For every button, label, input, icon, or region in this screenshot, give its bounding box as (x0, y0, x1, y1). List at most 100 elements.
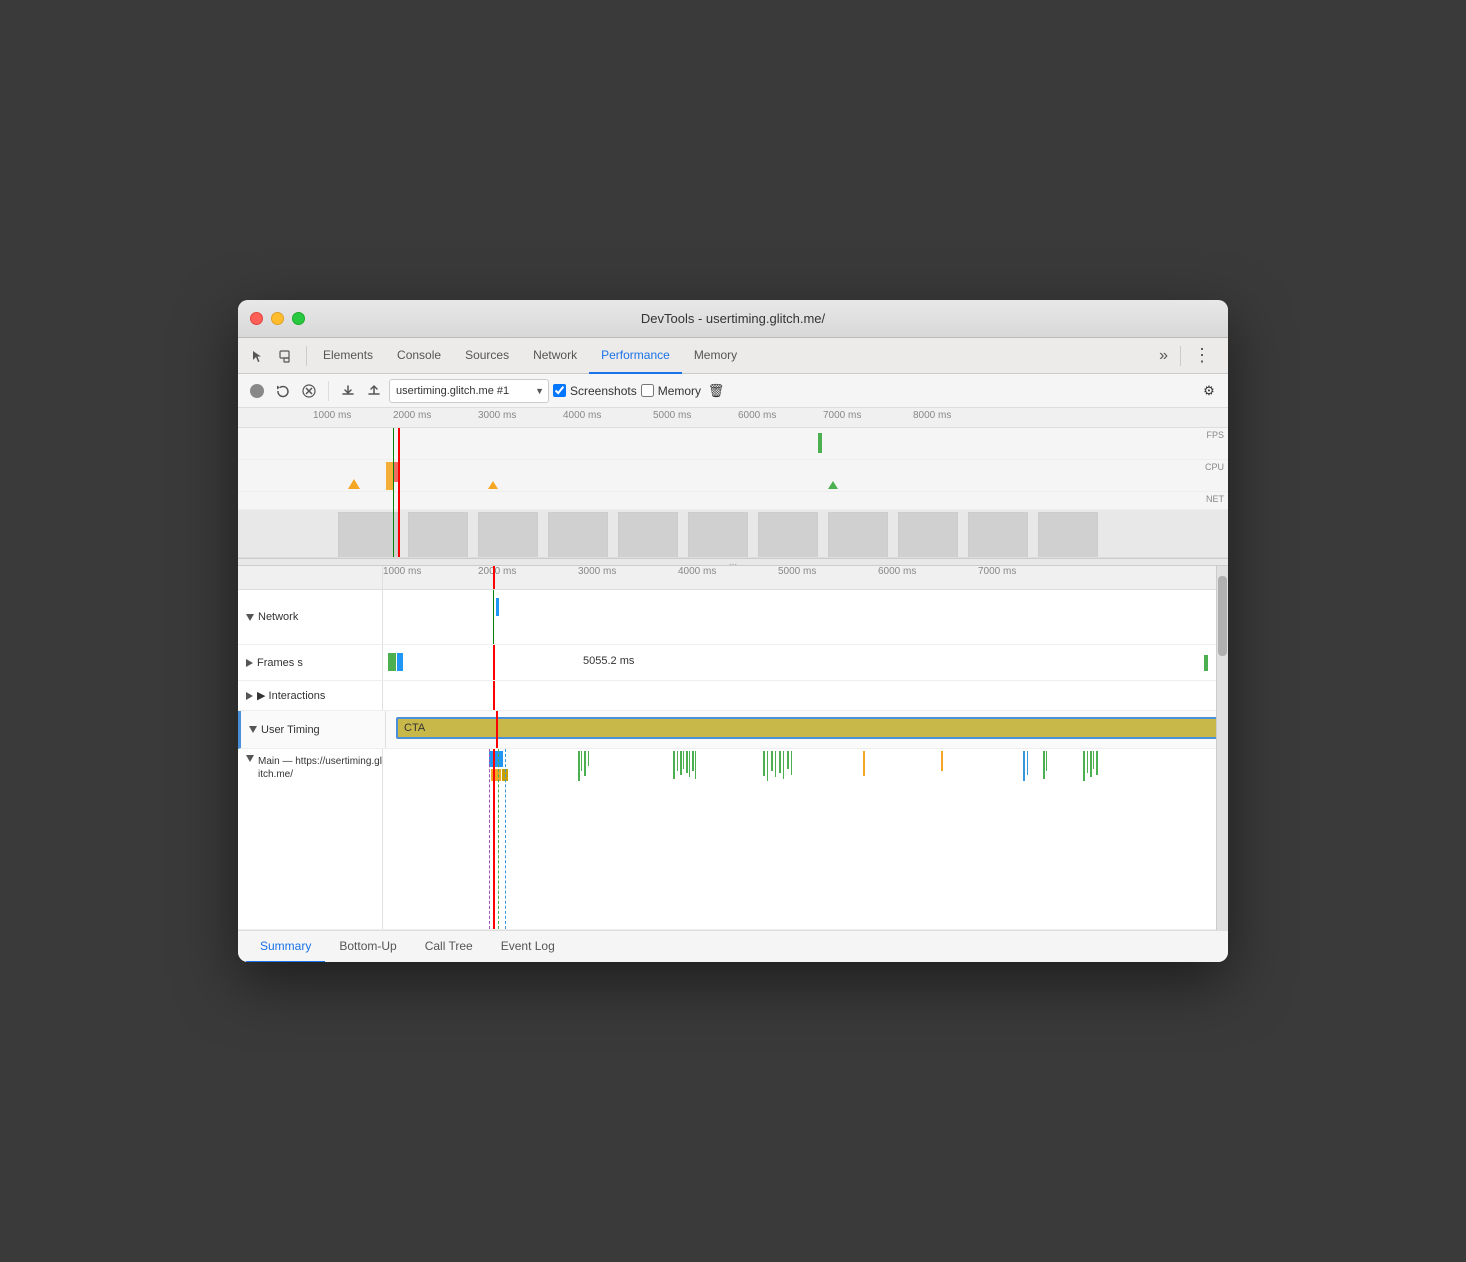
save-profile-button[interactable] (363, 380, 385, 402)
red-timeline-marker (398, 428, 400, 558)
reload-record-button[interactable] (272, 380, 294, 402)
frames-red-line (493, 645, 495, 680)
ruler-3000: 3000 ms (578, 566, 616, 577)
screenshots-strip (238, 510, 1228, 558)
network-track-label[interactable]: Network (238, 590, 383, 644)
cpu-chart: CPU (238, 460, 1228, 492)
cursor-icon[interactable] (246, 344, 270, 368)
toolbar-end: ⚙ (1198, 380, 1220, 402)
close-button[interactable] (250, 312, 263, 325)
tab-call-tree[interactable]: Call Tree (411, 931, 487, 963)
ruler-mark: 2000 ms (393, 410, 431, 421)
load-profile-button[interactable] (337, 380, 359, 402)
timeline-resize-handle[interactable]: ... (238, 558, 1228, 566)
ruler-2000: 2000 ms (478, 566, 516, 577)
ruler-mark: 4000 ms (563, 410, 601, 421)
device-toggle-icon[interactable] (274, 344, 298, 368)
record-button[interactable] (246, 380, 268, 402)
warning-triangle (348, 479, 360, 489)
user-timing-track-label[interactable]: User Timing (241, 711, 386, 748)
tab-performance[interactable]: Performance (589, 338, 682, 374)
frames-track: Frames s 5055.2 ms (238, 645, 1228, 681)
screenshot-thumb (618, 512, 678, 558)
warning-triangle-2 (488, 481, 498, 489)
ruler-mark: 8000 ms (913, 410, 951, 421)
more-tabs-button[interactable]: » (1151, 347, 1176, 365)
delete-profile-button[interactable]: 🗑 (705, 380, 727, 402)
screenshot-thumb (408, 512, 468, 558)
tab-bottom-up[interactable]: Bottom-Up (325, 931, 410, 963)
main-thread-label[interactable]: Main — https://usertiming.glitch.me/ (238, 749, 383, 929)
dashed-green-long (498, 749, 499, 909)
ruler-5000: 5000 ms (778, 566, 816, 577)
dashed-purple-long (489, 749, 490, 909)
title-bar: DevTools - usertiming.glitch.me/ (238, 300, 1228, 338)
screenshot-thumb (1038, 512, 1098, 558)
timeline-scrollbar[interactable] (1216, 566, 1228, 930)
tab-console[interactable]: Console (385, 338, 453, 374)
bottom-tabs: Summary Bottom-Up Call Tree Event Log (238, 930, 1228, 962)
tab-event-log[interactable]: Event Log (487, 931, 569, 963)
window-title: DevTools - usertiming.glitch.me/ (641, 311, 825, 326)
interactions-red-line (493, 681, 495, 710)
fps-bar (818, 433, 822, 453)
memory-checkbox[interactable] (641, 384, 654, 397)
tab-summary[interactable]: Summary (246, 931, 325, 963)
frame-green (388, 653, 396, 671)
tab-elements[interactable]: Elements (311, 338, 385, 374)
network-track-content[interactable] (383, 590, 1228, 644)
screenshot-thumb (758, 512, 818, 558)
maximize-button[interactable] (292, 312, 305, 325)
timeline-ruler: 1000 ms 2000 ms 3000 ms 4000 ms 5000 ms … (238, 566, 1228, 590)
screenshot-thumb (478, 512, 538, 558)
screenshot-thumb (898, 512, 958, 558)
tab-sources[interactable]: Sources (453, 338, 521, 374)
screenshots-checkbox-item[interactable]: Screenshots (553, 384, 637, 398)
network-track: Network (238, 590, 1228, 645)
settings-button[interactable]: ⚙ (1198, 380, 1220, 402)
main-timeline: 1000 ms 2000 ms 3000 ms 4000 ms 5000 ms … (238, 566, 1228, 930)
user-timing-track-content[interactable]: CTA (386, 711, 1228, 748)
tab-network[interactable]: Network (521, 338, 589, 374)
devtools-window: DevTools - usertiming.glitch.me/ Element… (238, 300, 1228, 962)
main-thread-content[interactable] (383, 749, 1228, 929)
fps-label: FPS (1206, 430, 1224, 440)
timeline-overview[interactable]: 1000 ms 2000 ms 3000 ms 4000 ms 5000 ms … (238, 408, 1228, 558)
toolbar-sep-1 (328, 381, 329, 401)
screenshot-thumb (828, 512, 888, 558)
profile-select-arrow-icon: ▼ (535, 386, 544, 396)
interactions-track-content[interactable] (383, 681, 1228, 710)
clear-button[interactable] (298, 380, 320, 402)
minimize-button[interactable] (271, 312, 284, 325)
frames-collapse-icon (246, 659, 253, 667)
cta-bar[interactable]: CTA (396, 717, 1218, 739)
scrollbar-thumb[interactable] (1218, 576, 1227, 656)
ruler-marks-area: 1000 ms 2000 ms 3000 ms 4000 ms 5000 ms … (383, 566, 1228, 589)
tab-memory[interactable]: Memory (682, 338, 749, 374)
main-thread-track: Main — https://usertiming.glitch.me/ (238, 749, 1228, 930)
user-timing-track: User Timing CTA (238, 711, 1228, 749)
tracks-area: Frames s 5055.2 ms ▶ Interactions (238, 645, 1228, 930)
network-bar-blue (496, 598, 499, 616)
frames-track-label[interactable]: Frames s (238, 645, 383, 680)
frame-right-green (1204, 655, 1208, 671)
frames-track-content[interactable]: 5055.2 ms (383, 645, 1228, 680)
fps-chart: FPS (238, 428, 1228, 460)
ruler-mark: 6000 ms (738, 410, 776, 421)
ruler-mark: 1000 ms (313, 410, 351, 421)
ruler-6000: 6000 ms (878, 566, 916, 577)
user-timing-red-line (496, 711, 498, 748)
ruler-1000: 1000 ms (383, 566, 421, 577)
main-red-line (493, 749, 495, 929)
screenshots-checkbox[interactable] (553, 384, 566, 397)
screenshot-thumb (968, 512, 1028, 558)
memory-checkbox-item[interactable]: Memory (641, 384, 701, 398)
interactions-track: ▶ Interactions (238, 681, 1228, 711)
user-timing-collapse-icon (249, 726, 257, 733)
devtools-menu-button[interactable]: ⋮ (1185, 345, 1220, 366)
profile-selector[interactable]: usertiming.glitch.me #1 ▼ (389, 379, 549, 403)
traffic-lights (250, 312, 305, 325)
network-green-line (493, 590, 494, 644)
main-blue-block (489, 751, 503, 767)
interactions-track-label[interactable]: ▶ Interactions (238, 681, 383, 710)
